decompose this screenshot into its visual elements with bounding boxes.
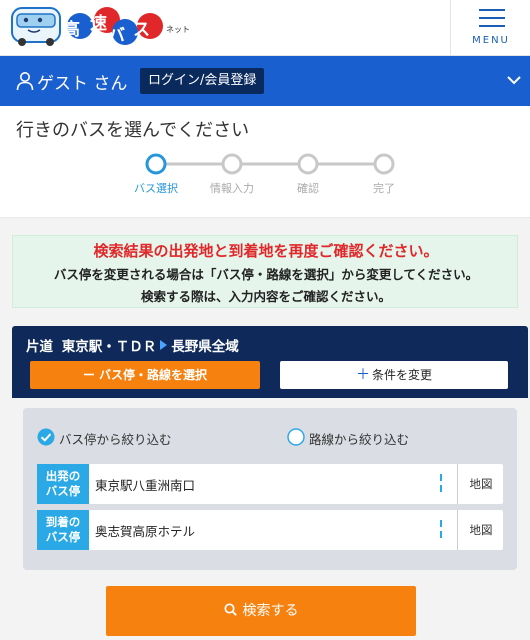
change-button-label: 条件を変更 [371, 368, 432, 382]
field-divider [457, 510, 458, 550]
step-label-complete: 完了 [373, 182, 395, 195]
departure-tag-line-1: 出発の [45, 469, 81, 483]
departure-stop-tag: 出発の バス停 [37, 464, 89, 504]
departure-stop-field[interactable]: 出発の バス停 東京駅八重洲南口 地図 [37, 464, 503, 504]
step-4-marker [373, 153, 395, 175]
minus-icon: ー [82, 368, 95, 382]
hamburger-icon [479, 9, 505, 29]
logo-char-3: バ [108, 26, 125, 46]
search-icon [223, 603, 237, 616]
user-name: ゲスト さん [37, 74, 128, 94]
search-button[interactable]: 検索する [106, 586, 416, 636]
notice-line-1: バス停を変更される場合は「バス停・路線を選択」から変更してください。 [53, 267, 479, 282]
menu-label: MENU [472, 35, 510, 46]
select-bus-stop-route-button[interactable]: ーバス停・路線を選択 [30, 361, 260, 389]
logo-char-1: 高 [63, 20, 80, 40]
route-from: 東京駅・ＴＤＲ [61, 339, 157, 355]
arrival-tag-line-1: 到着の [45, 515, 81, 529]
select-handle-icon [440, 474, 442, 492]
chevron-down-icon[interactable] [506, 72, 522, 88]
route-panel: 片道 東京駅・ＴＤＲ 長野県全域 ーバス停・路線を選択 ＋条件を変更 [12, 326, 528, 398]
logo-suffix: ネット [166, 25, 190, 34]
route-summary: 片道 東京駅・ＴＤＲ 長野県全域 [26, 335, 239, 355]
notice-title: 検索結果の出発地と到着地を再度ご確認ください。 [93, 242, 439, 260]
arrival-tag-line-2: バス停 [45, 530, 81, 544]
arrival-stop-value[interactable]: 奥志賀高原ホテル [95, 521, 195, 540]
logo-char-2: 速 [90, 14, 107, 34]
login-register-button[interactable]: ログイン/会員登録 [140, 68, 265, 94]
field-divider [457, 464, 458, 504]
notice-box: 検索結果の出発地と到着地を再度ご確認ください。 バス停を変更される場合は「バス停… [12, 235, 518, 308]
menu-button[interactable]: MENU [450, 0, 530, 56]
site-header: 高 速 バ ス ネット MENU [0, 0, 530, 56]
radio-label-bus-stop: バス停から絞り込む [59, 432, 172, 447]
step-2-marker [221, 153, 243, 175]
unchecked-circle-icon [287, 428, 305, 446]
departure-map-button[interactable]: 地図 [459, 464, 503, 504]
user-icon [16, 72, 34, 91]
change-conditions-button[interactable]: ＋条件を変更 [280, 361, 508, 389]
arrival-stop-field[interactable]: 到着の バス停 奥志賀高原ホテル 地図 [37, 510, 503, 550]
route-to: 長野県全域 [171, 339, 239, 355]
page-title: 行きのバスを選んでください [16, 120, 250, 141]
arrow-right-icon [160, 340, 168, 350]
departure-tag-line-2: バス停 [45, 484, 81, 498]
step-1-marker [145, 153, 167, 175]
logo-char-4: ス [133, 20, 150, 40]
filter-panel: バス停から絞り込む 路線から絞り込む 出発の バス停 東京駅八重洲南口 地図 到… [23, 408, 517, 570]
plus-icon: ＋ [355, 367, 370, 383]
arrival-stop-tag: 到着の バス停 [37, 510, 89, 550]
step-label-info-input: 情報入力 [210, 182, 254, 195]
arrival-map-button[interactable]: 地図 [459, 510, 503, 550]
step-label-confirm: 確認 [297, 182, 319, 195]
departure-stop-value[interactable]: 東京駅八重洲南口 [95, 475, 195, 494]
step-3-marker [297, 153, 319, 175]
checked-circle-icon [37, 428, 55, 446]
radio-label-route: 路線から絞り込む [309, 432, 410, 447]
step-label-bus-select: バス選択 [134, 182, 178, 195]
select-button-label: バス停・路線を選択 [99, 368, 208, 382]
user-bar[interactable]: ゲスト さん ログイン/会員登録 [0, 56, 530, 106]
notice-line-2: 検索する際は、入力内容をご確認ください。 [140, 289, 391, 304]
trip-type: 片道 [26, 339, 53, 355]
search-button-label: 検索する [242, 603, 299, 619]
site-logo[interactable]: 高 速 バ ス ネット [10, 4, 190, 50]
step-indicator-section: 行きのバスを選んでください バス選択 情報入力 確認 完了 [0, 106, 530, 218]
select-handle-icon [440, 520, 442, 538]
